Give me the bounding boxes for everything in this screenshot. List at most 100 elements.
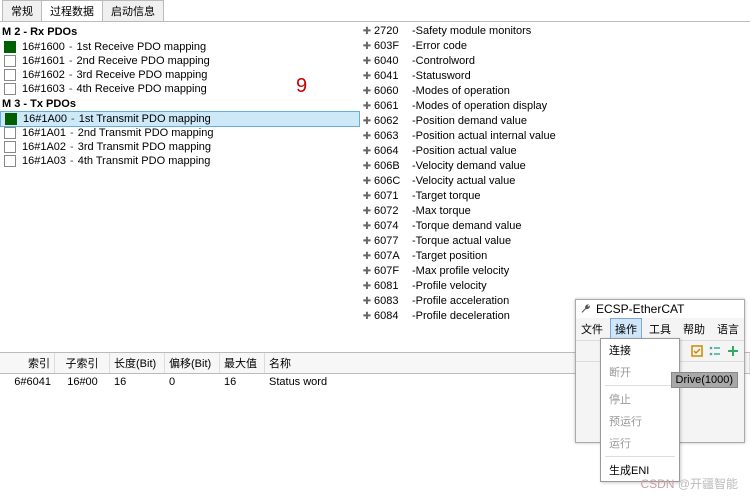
col-subindex[interactable]: 子索引 xyxy=(55,353,110,373)
expand-icon[interactable]: ✚ xyxy=(360,99,374,114)
tx-pdo-row[interactable]: 16#1A00 - 1st Transmit PDO mapping xyxy=(0,111,360,127)
menu-connect[interactable]: 连接 xyxy=(601,339,679,361)
object-row[interactable]: ✚6077 - Torque actual value xyxy=(360,234,750,249)
object-row[interactable]: ✚6071 - Target torque xyxy=(360,189,750,204)
pdo-checkbox[interactable] xyxy=(4,55,16,67)
object-row[interactable]: ✚6040 - Controlword xyxy=(360,54,750,69)
expand-icon[interactable]: ✚ xyxy=(360,264,374,279)
expand-icon[interactable]: ✚ xyxy=(360,54,374,69)
toolbar-icon-1[interactable] xyxy=(690,344,704,358)
object-name: Position actual value xyxy=(416,144,517,159)
window-title-bar[interactable]: ECSP-EtherCAT xyxy=(576,300,744,318)
object-row[interactable]: ✚607F - Max profile velocity xyxy=(360,264,750,279)
object-row[interactable]: ✚6061 - Modes of operation display xyxy=(360,99,750,114)
expand-icon[interactable]: ✚ xyxy=(360,309,374,324)
object-row[interactable]: ✚6081 - Profile velocity xyxy=(360,279,750,294)
object-name: Profile acceleration xyxy=(416,294,510,309)
expand-icon[interactable]: ✚ xyxy=(360,114,374,129)
tab-startup[interactable]: 启动信息 xyxy=(103,0,164,21)
menu-operation[interactable]: 操作 xyxy=(610,318,642,340)
tx-pdo-row[interactable]: 16#1A03 - 4th Transmit PDO mapping xyxy=(0,154,360,168)
expand-icon[interactable]: ✚ xyxy=(360,249,374,264)
object-name: Torque demand value xyxy=(416,219,522,234)
object-row[interactable]: ✚606B - Velocity demand value xyxy=(360,159,750,174)
object-index: 6074 xyxy=(374,219,412,234)
rx-pdo-row[interactable]: 16#1603 - 4th Receive PDO mapping xyxy=(0,82,360,96)
object-row[interactable]: ✚2720 - Safety module monitors xyxy=(360,24,750,39)
drive-node[interactable]: Drive(1000) xyxy=(671,372,738,388)
window-title: ECSP-EtherCAT xyxy=(596,302,684,316)
tab-process-data[interactable]: 过程数据 xyxy=(42,0,103,21)
object-row[interactable]: ✚6072 - Max torque xyxy=(360,204,750,219)
expand-icon[interactable]: ✚ xyxy=(360,174,374,189)
object-row[interactable]: ✚6060 - Modes of operation xyxy=(360,84,750,99)
pdo-checkbox[interactable] xyxy=(4,127,16,139)
expand-icon[interactable]: ✚ xyxy=(360,84,374,99)
tab-general[interactable]: 常规 xyxy=(2,0,42,21)
expand-icon[interactable]: ✚ xyxy=(360,39,374,54)
menu-tool[interactable]: 工具 xyxy=(644,318,676,340)
rx-pdo-row[interactable]: 16#1601 - 2nd Receive PDO mapping xyxy=(0,54,360,68)
pdo-code: 16#1A01 xyxy=(22,127,66,139)
tx-header: M 3 - Tx PDOs xyxy=(0,96,360,112)
toolbar-icon-3[interactable] xyxy=(726,344,740,358)
pdo-code: 16#1600 xyxy=(22,41,65,53)
menu-file[interactable]: 文件 xyxy=(576,318,608,340)
object-row[interactable]: ✚6074 - Torque demand value xyxy=(360,219,750,234)
object-row[interactable]: ✚6063 - Position actual internal value xyxy=(360,129,750,144)
pdo-label: 3rd Receive PDO mapping xyxy=(77,69,208,81)
expand-icon[interactable]: ✚ xyxy=(360,219,374,234)
object-index: 6083 xyxy=(374,294,412,309)
object-index: 6040 xyxy=(374,54,412,69)
object-row[interactable]: ✚607A - Target position xyxy=(360,249,750,264)
object-index: 6071 xyxy=(374,189,412,204)
pdo-checkbox[interactable] xyxy=(5,113,17,125)
col-max[interactable]: 最大值 xyxy=(220,353,265,373)
object-name: Profile velocity xyxy=(416,279,487,294)
col-length[interactable]: 长度(Bit) xyxy=(110,353,165,373)
pdo-label: 1st Receive PDO mapping xyxy=(77,41,207,53)
pdo-checkbox[interactable] xyxy=(4,155,16,167)
expand-icon[interactable]: ✚ xyxy=(360,69,374,84)
expand-icon[interactable]: ✚ xyxy=(360,24,374,39)
menu-run: 运行 xyxy=(601,432,679,454)
object-row[interactable]: ✚606C - Velocity actual value xyxy=(360,174,750,189)
menu-language[interactable]: 语言 xyxy=(712,318,744,340)
pdo-checkbox[interactable] xyxy=(4,83,16,95)
tx-pdo-row[interactable]: 16#1A02 - 3rd Transmit PDO mapping xyxy=(0,140,360,154)
col-index[interactable]: 索引 xyxy=(0,353,55,373)
wrench-icon xyxy=(580,303,592,315)
object-index: 607A xyxy=(374,249,412,264)
pdo-checkbox[interactable] xyxy=(4,141,16,153)
cell-max: 16 xyxy=(220,374,265,390)
object-row[interactable]: ✚6064 - Position actual value xyxy=(360,144,750,159)
pdo-checkbox[interactable] xyxy=(4,69,16,81)
pdo-code: 16#1602 xyxy=(22,69,65,81)
rx-pdo-row[interactable]: 16#1602 - 3rd Receive PDO mapping xyxy=(0,68,360,82)
object-name: Position actual internal value xyxy=(416,129,556,144)
object-row[interactable]: ✚603F - Error code xyxy=(360,39,750,54)
expand-icon[interactable]: ✚ xyxy=(360,144,374,159)
expand-icon[interactable]: ✚ xyxy=(360,129,374,144)
expand-icon[interactable]: ✚ xyxy=(360,159,374,174)
tx-pdo-row[interactable]: 16#1A01 - 2nd Transmit PDO mapping xyxy=(0,126,360,140)
col-offset[interactable]: 偏移(Bit) xyxy=(165,353,220,373)
expand-icon[interactable]: ✚ xyxy=(360,204,374,219)
object-row[interactable]: ✚6062 - Position demand value xyxy=(360,114,750,129)
pdo-label: 2nd Transmit PDO mapping xyxy=(78,127,214,139)
cell-length: 16 xyxy=(110,374,165,390)
rx-pdo-row[interactable]: 16#1600 - 1st Receive PDO mapping xyxy=(0,40,360,54)
expand-icon[interactable]: ✚ xyxy=(360,234,374,249)
pdo-label: 4th Receive PDO mapping xyxy=(77,83,207,95)
cell-offset: 0 xyxy=(165,374,220,390)
expand-icon[interactable]: ✚ xyxy=(360,279,374,294)
rx-header: M 2 - Rx PDOs xyxy=(0,24,360,40)
menu-help[interactable]: 帮助 xyxy=(678,318,710,340)
pdo-checkbox[interactable] xyxy=(4,41,16,53)
expand-icon[interactable]: ✚ xyxy=(360,294,374,309)
toolbar-icon-2[interactable] xyxy=(708,344,722,358)
object-name: Max torque xyxy=(416,204,471,219)
object-row[interactable]: ✚6041 - Statusword xyxy=(360,69,750,84)
object-index: 6062 xyxy=(374,114,412,129)
expand-icon[interactable]: ✚ xyxy=(360,189,374,204)
